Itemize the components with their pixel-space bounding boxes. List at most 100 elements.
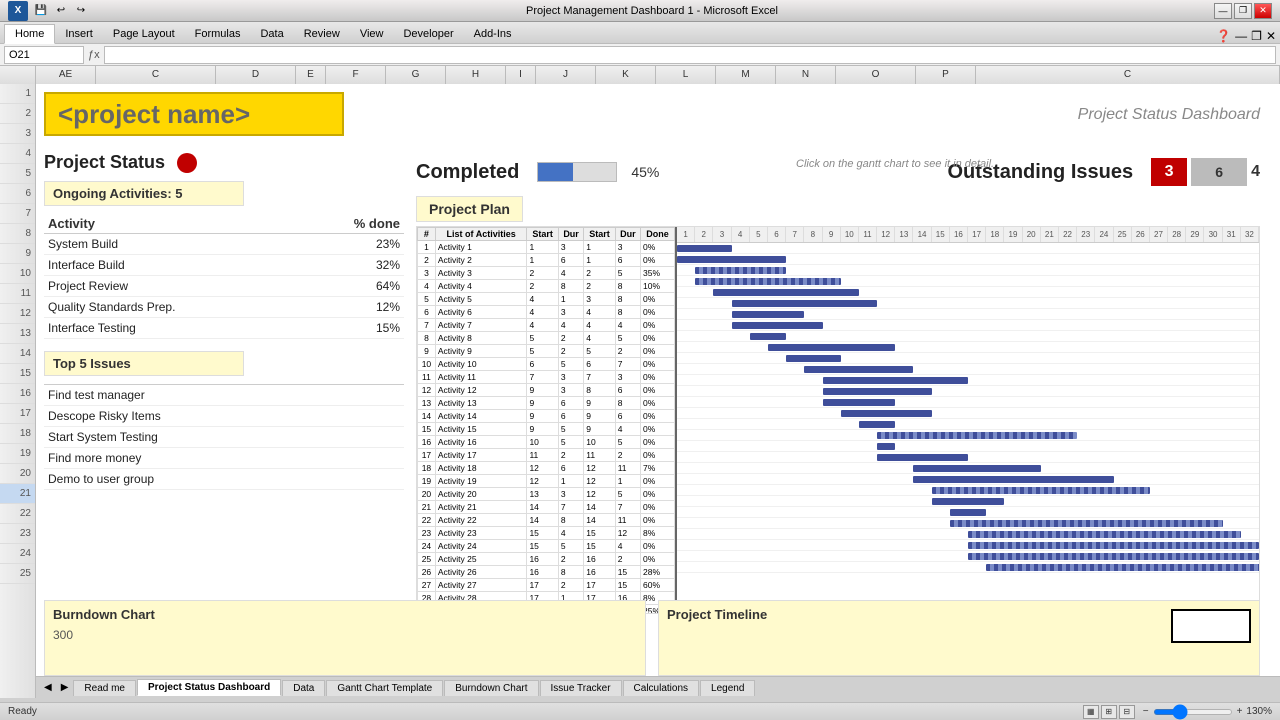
gantt-bar-26 bbox=[950, 520, 1223, 527]
gantt-row-16[interactable] bbox=[677, 408, 1259, 419]
tab-review[interactable]: Review bbox=[294, 25, 350, 43]
sheet-tab-gantt[interactable]: Gantt Chart Template bbox=[326, 680, 443, 696]
plan-cell-13-4: 6 bbox=[558, 397, 583, 410]
gantt-row-4[interactable] bbox=[677, 276, 1259, 287]
sheet-tab-legend[interactable]: Legend bbox=[700, 680, 755, 696]
gantt-row-29[interactable] bbox=[677, 551, 1259, 562]
formula-input[interactable] bbox=[104, 46, 1276, 64]
sheet-tab-data[interactable]: Data bbox=[282, 680, 325, 696]
col-header-D[interactable]: D bbox=[216, 66, 296, 84]
col-header-N[interactable]: N bbox=[776, 66, 836, 84]
ribbon-min-icon[interactable]: — bbox=[1235, 29, 1247, 43]
gantt-bar-29 bbox=[968, 553, 1259, 560]
sheet-tab-calc[interactable]: Calculations bbox=[623, 680, 699, 696]
plan-cell-18-1: 18 bbox=[418, 462, 436, 475]
sheet-tab-issues[interactable]: Issue Tracker bbox=[540, 680, 622, 696]
gantt-row-12[interactable] bbox=[677, 364, 1259, 375]
normal-view-icon[interactable]: ▦ bbox=[1083, 705, 1099, 719]
gantt-row-17[interactable] bbox=[677, 419, 1259, 430]
burndown-value: 300 bbox=[53, 628, 637, 642]
page-break-icon[interactable]: ⊟ bbox=[1119, 705, 1135, 719]
col-header-P[interactable]: P bbox=[916, 66, 976, 84]
gantt-row-21[interactable] bbox=[677, 463, 1259, 474]
col-header-AE[interactable]: AE bbox=[36, 66, 96, 84]
col-header-K[interactable]: K bbox=[596, 66, 656, 84]
project-name-cell[interactable]: <project name> bbox=[44, 92, 344, 136]
gantt-row-1[interactable] bbox=[677, 243, 1259, 254]
tab-developer[interactable]: Developer bbox=[393, 25, 463, 43]
close-button[interactable]: ✕ bbox=[1254, 3, 1272, 19]
col-header-C[interactable]: C bbox=[96, 66, 216, 84]
gantt-row-7[interactable] bbox=[677, 309, 1259, 320]
zoom-out-icon[interactable]: − bbox=[1143, 706, 1149, 717]
gantt-row-13[interactable] bbox=[677, 375, 1259, 386]
zoom-in-icon[interactable]: + bbox=[1237, 706, 1243, 717]
bottom-sections: Burndown Chart 300 Project Timeline bbox=[44, 600, 1260, 676]
plan-cell-17-2: Activity 17 bbox=[435, 449, 527, 462]
tab-page-layout[interactable]: Page Layout bbox=[103, 25, 185, 43]
col-header-J[interactable]: J bbox=[536, 66, 596, 84]
tab-addins[interactable]: Add-Ins bbox=[464, 25, 522, 43]
plan-cell-3-7: 35% bbox=[641, 267, 675, 280]
tab-nav-prev[interactable]: ◀ bbox=[40, 682, 56, 693]
gantt-row-23[interactable] bbox=[677, 485, 1259, 496]
tab-view[interactable]: View bbox=[350, 25, 394, 43]
col-header-I[interactable]: I bbox=[506, 66, 536, 84]
col-header-G[interactable]: G bbox=[386, 66, 446, 84]
plan-cell-14-6: 6 bbox=[615, 410, 640, 423]
sheet-tab-burndown[interactable]: Burndown Chart bbox=[444, 680, 538, 696]
tab-home[interactable]: Home bbox=[4, 24, 55, 44]
page-layout-icon[interactable]: ⊞ bbox=[1101, 705, 1117, 719]
col-header-last[interactable]: C bbox=[976, 66, 1280, 84]
gantt-row-18[interactable] bbox=[677, 430, 1259, 441]
gantt-row-25[interactable] bbox=[677, 507, 1259, 518]
col-header-O[interactable]: O bbox=[836, 66, 916, 84]
gantt-row-11[interactable] bbox=[677, 353, 1259, 364]
gantt-row-3[interactable] bbox=[677, 265, 1259, 276]
gantt-row-30[interactable] bbox=[677, 562, 1259, 573]
gantt-row-10[interactable] bbox=[677, 342, 1259, 353]
gantt-bar-11 bbox=[786, 355, 841, 362]
sheet-tab-dashboard[interactable]: Project Status Dashboard bbox=[137, 679, 281, 696]
gantt-row-24[interactable] bbox=[677, 496, 1259, 507]
col-header-F[interactable]: F bbox=[326, 66, 386, 84]
gantt-row-20[interactable] bbox=[677, 452, 1259, 463]
plan-cell-20-1: 20 bbox=[418, 488, 436, 501]
gantt-row-8[interactable] bbox=[677, 320, 1259, 331]
row-17: 17 bbox=[0, 404, 35, 424]
col-header-L[interactable]: L bbox=[656, 66, 716, 84]
plan-th-done: Done bbox=[641, 228, 675, 241]
gantt-area[interactable]: 1234567891011121314151617181920212223242… bbox=[677, 227, 1259, 613]
tab-insert[interactable]: Insert bbox=[55, 25, 103, 43]
ribbon-close-icon[interactable]: ✕ bbox=[1266, 29, 1276, 43]
undo-icon[interactable]: ↩ bbox=[52, 2, 70, 20]
gantt-row-27[interactable] bbox=[677, 529, 1259, 540]
help-icon[interactable]: ❓ bbox=[1216, 29, 1231, 43]
gantt-row-19[interactable] bbox=[677, 441, 1259, 452]
restore-button[interactable]: ❐ bbox=[1234, 3, 1252, 19]
gantt-row-22[interactable] bbox=[677, 474, 1259, 485]
save-quick-icon[interactable]: 💾 bbox=[32, 2, 50, 20]
gantt-row-28[interactable] bbox=[677, 540, 1259, 551]
gantt-row-2[interactable] bbox=[677, 254, 1259, 265]
sheet-tab-readme[interactable]: Read me bbox=[73, 680, 136, 696]
ongoing-box: Ongoing Activities: 5 bbox=[44, 181, 244, 206]
col-header-E[interactable]: E bbox=[296, 66, 326, 84]
minimize-button[interactable]: — bbox=[1214, 3, 1232, 19]
gantt-row-26[interactable] bbox=[677, 518, 1259, 529]
gantt-row-14[interactable] bbox=[677, 386, 1259, 397]
redo-icon[interactable]: ↪ bbox=[72, 2, 90, 20]
tab-nav-next[interactable]: ▶ bbox=[57, 682, 73, 693]
name-box[interactable] bbox=[4, 46, 84, 64]
ribbon-restore-icon[interactable]: ❐ bbox=[1251, 29, 1262, 43]
col-header-H[interactable]: H bbox=[446, 66, 506, 84]
gantt-row-5[interactable] bbox=[677, 287, 1259, 298]
tab-data[interactable]: Data bbox=[250, 25, 293, 43]
col-header-M[interactable]: M bbox=[716, 66, 776, 84]
tab-formulas[interactable]: Formulas bbox=[185, 25, 251, 43]
gantt-row-6[interactable] bbox=[677, 298, 1259, 309]
gantt-row-15[interactable] bbox=[677, 397, 1259, 408]
zoom-slider[interactable] bbox=[1153, 709, 1233, 715]
gantt-row-9[interactable] bbox=[677, 331, 1259, 342]
gantt-col-27: 27 bbox=[1150, 227, 1168, 242]
